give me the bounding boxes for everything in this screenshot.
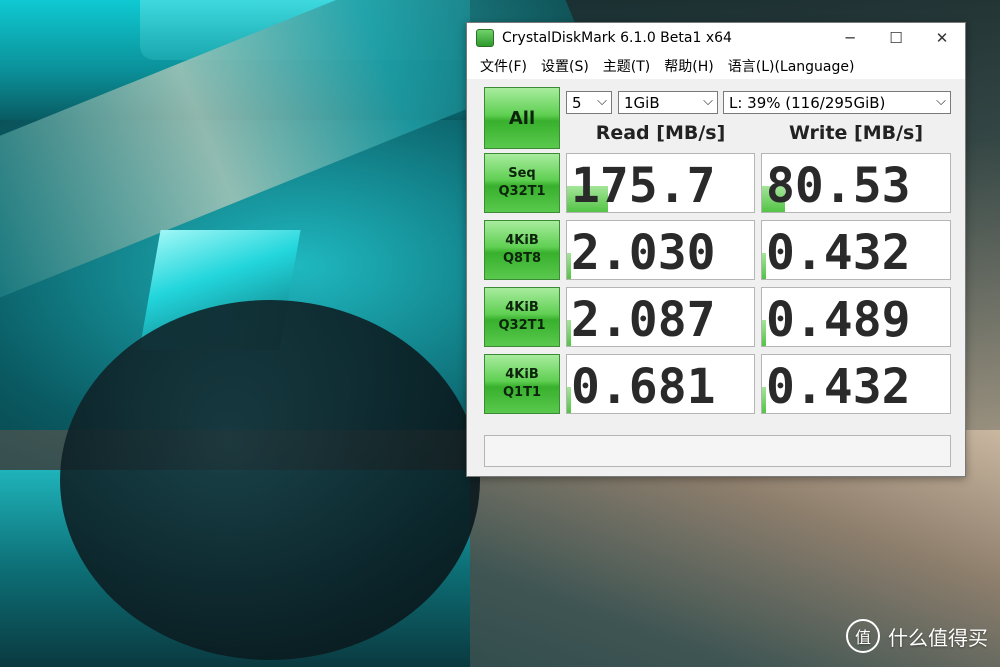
test-button-label-line1: 4KiB (505, 300, 539, 315)
test-button[interactable]: 4KiB Q32T1 (484, 287, 560, 347)
write-value: 0.432 (766, 359, 911, 414)
read-value: 2.087 (571, 292, 716, 347)
watermark-text: 什么值得买 (888, 625, 988, 650)
read-value-cell: 2.087 (566, 287, 755, 347)
menu-help[interactable]: 帮助(H) (657, 56, 720, 76)
close-button[interactable]: ✕ (919, 23, 965, 53)
read-value: 0.681 (571, 359, 716, 414)
watermark-icon: 值 (846, 619, 880, 653)
test-count-value: 5 (572, 93, 582, 112)
test-button-label-line2: Q8T8 (502, 251, 541, 266)
read-value-cell: 2.030 (566, 220, 755, 280)
test-button-label-line1: 4KiB (505, 367, 539, 382)
chevron-down-icon: ⌵ (703, 94, 713, 109)
write-value-cell: 0.432 (761, 220, 951, 280)
menu-bar: 文件(F) 设置(S) 主题(T) 帮助(H) 语言(L)(Language) (467, 53, 965, 79)
menu-language[interactable]: 语言(L)(Language) (721, 56, 862, 76)
test-button-label-line1: Seq (508, 166, 536, 181)
title-bar[interactable]: CrystalDiskMark 6.1.0 Beta1 x64 ─ ☐ ✕ (467, 23, 965, 53)
comment-input[interactable] (484, 435, 951, 467)
drive-select[interactable]: L: 39% (116/295GiB) ⌵ (723, 91, 951, 114)
window-controls: ─ ☐ ✕ (827, 23, 965, 53)
minimize-button[interactable]: ─ (827, 23, 873, 53)
menu-settings[interactable]: 设置(S) (534, 56, 596, 76)
read-value: 2.030 (571, 225, 716, 280)
crystaldiskmark-window: CrystalDiskMark 6.1.0 Beta1 x64 ─ ☐ ✕ 文件… (466, 22, 966, 477)
test-button-label-line1: 4KiB (505, 233, 539, 248)
write-column-header: Write [MB/s] (788, 122, 924, 144)
drive-value: L: 39% (116/295GiB) (729, 93, 886, 112)
read-value: 175.7 (571, 158, 716, 213)
write-value: 0.432 (766, 225, 911, 280)
test-button[interactable]: 4KiB Q8T8 (484, 220, 560, 280)
test-button[interactable]: Seq Q32T1 (484, 153, 560, 213)
benchmark-panel: All 5 ⌵ 1GiB ⌵ L: 39% (116/295GiB) ⌵ Rea… (467, 79, 965, 475)
watermark: 值 什么值得买 (846, 619, 988, 653)
write-value: 80.53 (766, 158, 911, 213)
test-size-select[interactable]: 1GiB ⌵ (618, 91, 718, 114)
menu-file[interactable]: 文件(F) (473, 56, 534, 76)
menu-theme[interactable]: 主题(T) (596, 56, 657, 76)
app-icon (476, 29, 494, 47)
background-dark-recess (60, 300, 480, 660)
read-value-cell: 0.681 (566, 354, 755, 414)
test-count-select[interactable]: 5 ⌵ (566, 91, 612, 114)
chevron-down-icon: ⌵ (936, 94, 946, 109)
test-button[interactable]: 4KiB Q1T1 (484, 354, 560, 414)
test-button-label-line2: Q32T1 (498, 184, 546, 199)
test-button-label-line2: Q32T1 (498, 318, 546, 333)
window-title: CrystalDiskMark 6.1.0 Beta1 x64 (502, 30, 732, 46)
maximize-button[interactable]: ☐ (873, 23, 919, 53)
write-value-cell: 0.432 (761, 354, 951, 414)
write-value-cell: 0.489 (761, 287, 951, 347)
run-all-button[interactable]: All (484, 87, 560, 149)
test-button-label-line2: Q1T1 (502, 385, 541, 400)
test-size-value: 1GiB (624, 93, 660, 112)
read-column-header: Read [MB/s] (595, 122, 726, 144)
chevron-down-icon: ⌵ (597, 94, 607, 109)
write-value-cell: 80.53 (761, 153, 951, 213)
read-value-cell: 175.7 (566, 153, 755, 213)
write-value: 0.489 (766, 292, 911, 347)
